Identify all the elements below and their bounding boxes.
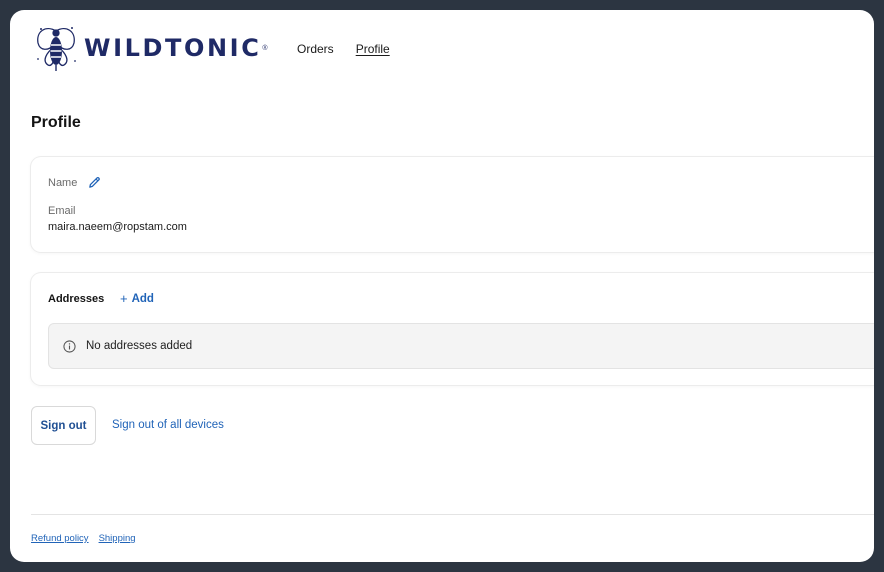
app-window: WILDTONIC ® Orders Profile Profile Name … bbox=[10, 10, 874, 562]
bee-emblem-icon bbox=[37, 27, 76, 71]
nav-profile[interactable]: Profile bbox=[356, 42, 390, 56]
addresses-title: Addresses bbox=[48, 293, 105, 305]
empty-addresses-notice: No addresses added bbox=[48, 323, 874, 369]
footer-divider bbox=[31, 514, 874, 515]
page-title: Profile bbox=[31, 114, 81, 131]
pencil-icon[interactable] bbox=[88, 176, 101, 189]
refund-policy-link[interactable]: Refund policy bbox=[31, 533, 89, 544]
registered-mark: ® bbox=[262, 44, 268, 52]
add-address-button[interactable]: + Add bbox=[120, 291, 154, 306]
nav-orders[interactable]: Orders bbox=[297, 42, 334, 56]
header: WILDTONIC ® Orders Profile bbox=[10, 10, 874, 90]
footer: Refund policy Shipping bbox=[31, 533, 136, 544]
email-label: Email bbox=[48, 205, 76, 217]
email-value: maira.naeem@ropstam.com bbox=[48, 221, 187, 233]
info-icon bbox=[63, 340, 76, 353]
brand-logo[interactable]: WILDTONIC ® bbox=[32, 23, 268, 73]
sign-out-all-devices-link[interactable]: Sign out of all devices bbox=[112, 419, 224, 431]
sign-out-button[interactable]: Sign out bbox=[31, 406, 96, 445]
shipping-link[interactable]: Shipping bbox=[99, 533, 136, 544]
main-nav: Orders Profile bbox=[297, 42, 390, 56]
addresses-card: Addresses + Add No addresses added bbox=[31, 273, 874, 385]
add-address-label: Add bbox=[131, 292, 154, 305]
brand-wordmark: WILDTONIC bbox=[84, 34, 262, 62]
name-label: Name bbox=[48, 177, 78, 189]
plus-icon: + bbox=[120, 291, 128, 306]
empty-addresses-text: No addresses added bbox=[86, 340, 193, 352]
profile-card: Name Email maira.naeem@ropstam.com bbox=[31, 157, 874, 252]
